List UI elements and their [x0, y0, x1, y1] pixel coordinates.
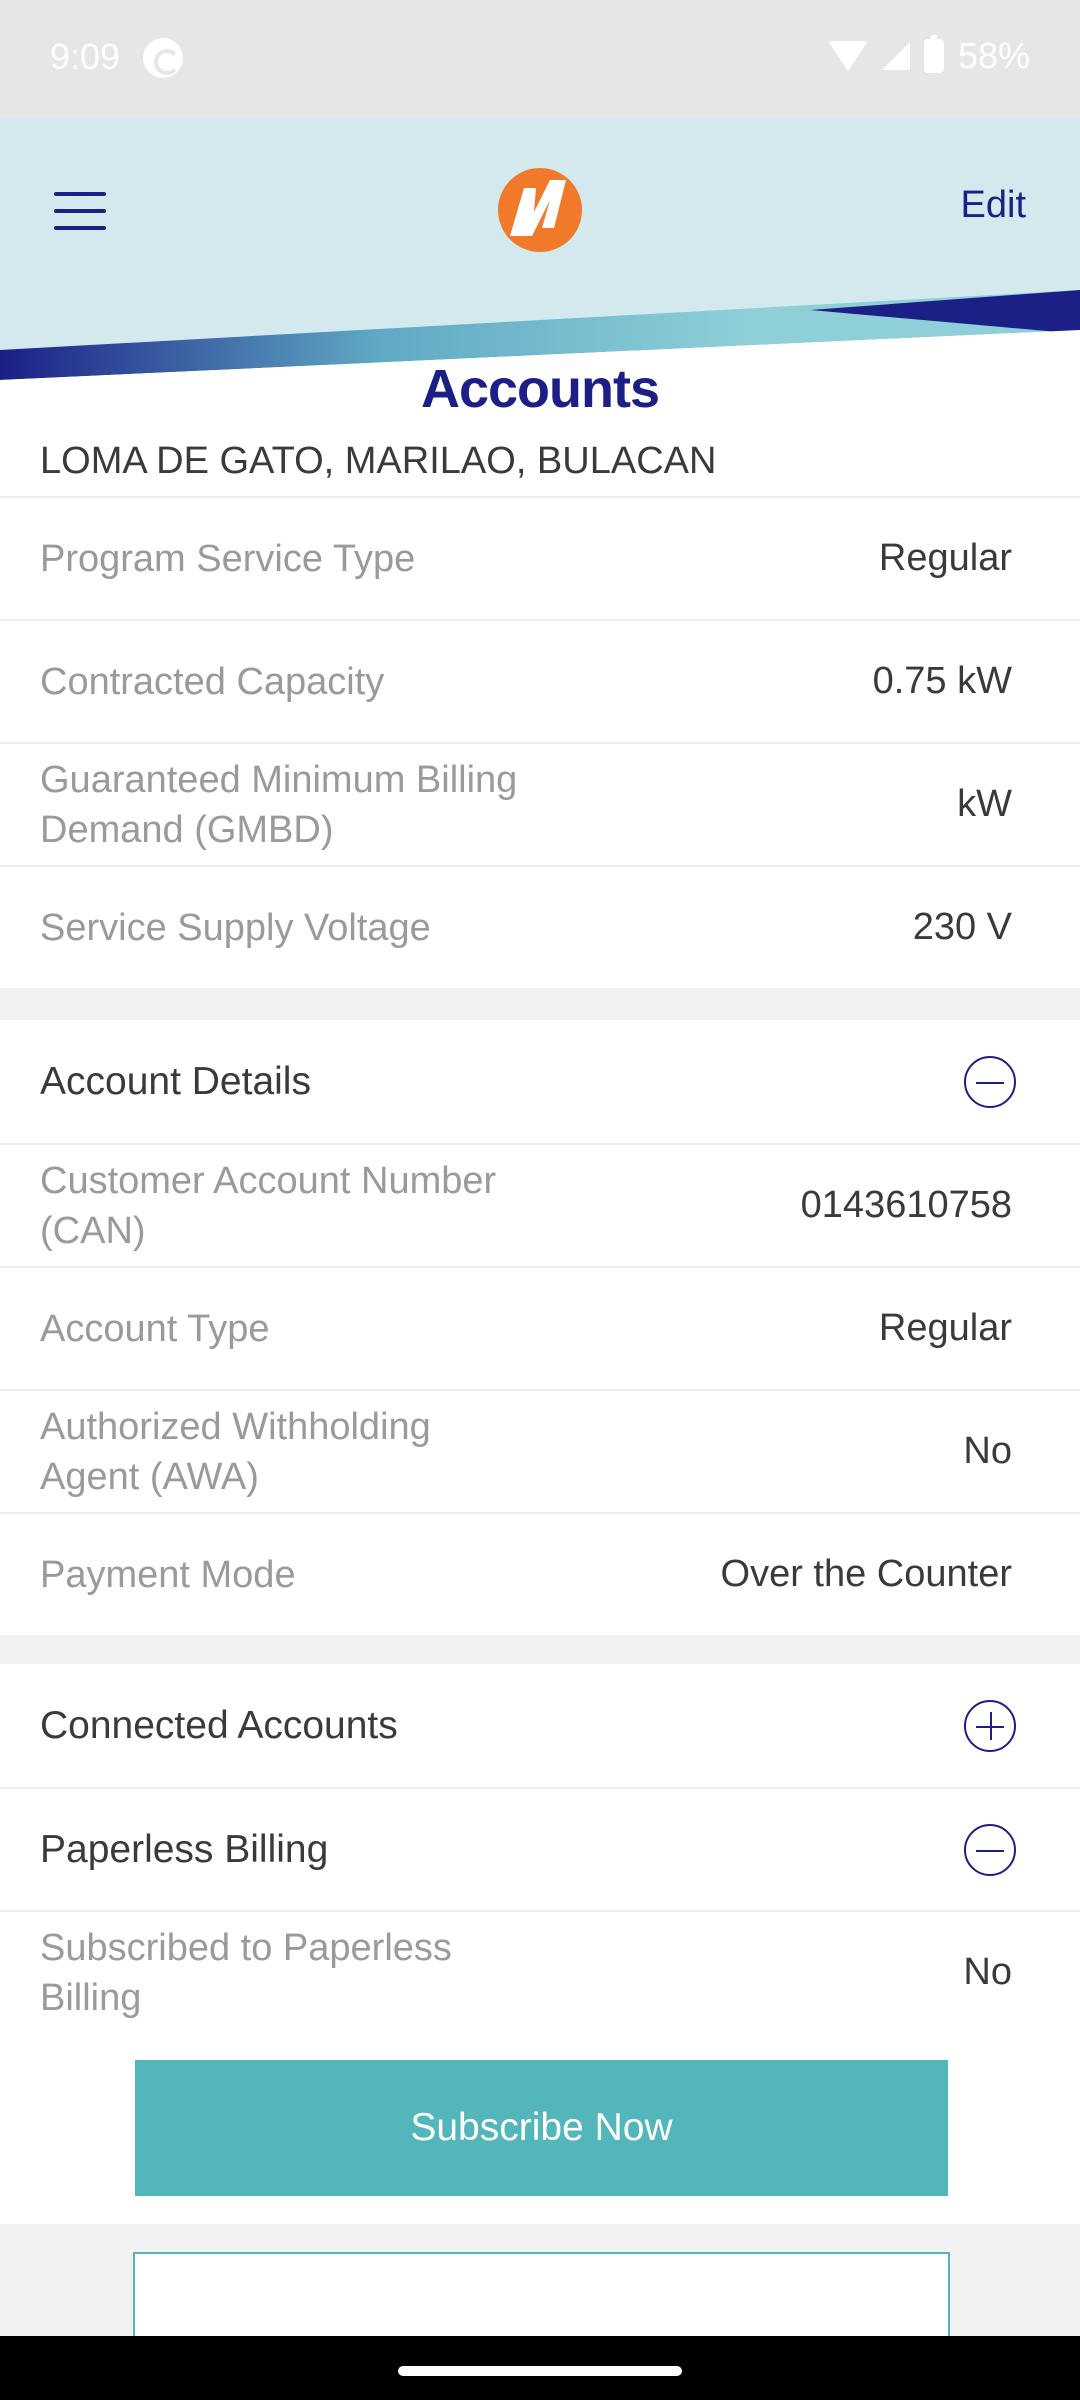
row-label: Account Type — [40, 1307, 270, 1350]
row-value: Regular — [878, 537, 1012, 579]
service-info-section: Program Service Type Regular Contracted … — [0, 496, 1080, 988]
system-navigation-bar — [0, 2336, 1080, 2400]
row-label: Subscribed to Paperless Billing — [40, 1926, 452, 2019]
row-label: Service Supply Voltage — [40, 906, 431, 949]
account-title-area: Accounts LOMA DE GATO, MARILAO, BULACAN — [0, 359, 1080, 498]
service-info-row: Guaranteed Minimum Billing Demand (GMBD)… — [0, 742, 1080, 865]
status-time: 9:09 — [50, 36, 121, 77]
row-value: kW — [957, 783, 1012, 825]
wifi-icon — [827, 41, 868, 71]
row-value: Over the Counter — [720, 1553, 1012, 1595]
row-value: Regular — [878, 1307, 1012, 1349]
section-title: Connected Accounts — [40, 1703, 398, 1747]
edit-button[interactable]: Edit — [961, 184, 1026, 227]
row-label: Payment Mode — [40, 1553, 296, 1596]
row-label: Contracted Capacity — [40, 660, 385, 703]
account-detail-row: Payment Mode Over the Counter — [0, 1512, 1080, 1635]
account-detail-row: Customer Account Number (CAN) 0143610758 — [0, 1143, 1080, 1266]
row-label: Guaranteed Minimum Billing Demand (GMBD) — [40, 758, 518, 851]
app-header: Edit — [0, 118, 1080, 380]
hamburger-menu-icon — [54, 192, 106, 196]
signal-icon — [881, 42, 910, 70]
account-detail-row: Account Type Regular — [0, 1266, 1080, 1389]
expand-plus-icon[interactable] — [964, 1699, 1016, 1752]
row-label: Customer Account Number (CAN) — [40, 1159, 497, 1252]
collapse-minus-icon[interactable] — [964, 1055, 1016, 1108]
account-details-section: Account Details Customer Account Number … — [0, 1020, 1080, 1635]
account-detail-row: Authorized Withholding Agent (AWA) No — [0, 1389, 1080, 1512]
service-info-row: Service Supply Voltage 230 V — [0, 865, 1080, 988]
section-title: Account Details — [40, 1059, 311, 1103]
battery-icon — [923, 35, 944, 73]
account-details-header[interactable]: Account Details — [0, 1020, 1080, 1143]
page-title: Accounts — [420, 359, 660, 419]
menu-button[interactable] — [54, 192, 108, 232]
meralco-logo-icon — [498, 168, 582, 252]
connected-accounts-header[interactable]: Connected Accounts — [0, 1664, 1080, 1787]
status-indicators: 58% — [827, 34, 1030, 78]
paperless-billing-row: Subscribed to Paperless Billing No — [0, 1910, 1080, 2033]
row-value: No — [963, 1951, 1012, 1993]
battery-level: 58% — [957, 35, 1030, 76]
row-label: Program Service Type — [40, 537, 416, 580]
status-bar: 9:09 58% — [0, 0, 1080, 118]
row-value: 0.75 kW — [872, 660, 1012, 702]
row-value: 230 V — [912, 906, 1012, 948]
service-address: LOMA DE GATO, MARILAO, BULACAN — [40, 440, 717, 482]
row-value: 0143610758 — [800, 1184, 1012, 1226]
paperless-billing-header[interactable]: Paperless Billing — [0, 1787, 1080, 1910]
row-value: No — [963, 1430, 1012, 1472]
home-gesture-handle[interactable] — [398, 2366, 682, 2376]
collapse-minus-icon[interactable] — [964, 1823, 1016, 1876]
subscribe-now-button[interactable]: Subscribe Now — [135, 2060, 948, 2196]
service-info-row: Program Service Type Regular — [0, 496, 1080, 619]
section-title: Paperless Billing — [40, 1827, 329, 1871]
service-info-row: Contracted Capacity 0.75 kW — [0, 619, 1080, 742]
row-label: Authorized Withholding Agent (AWA) — [40, 1405, 431, 1498]
sync-icon — [143, 38, 183, 78]
